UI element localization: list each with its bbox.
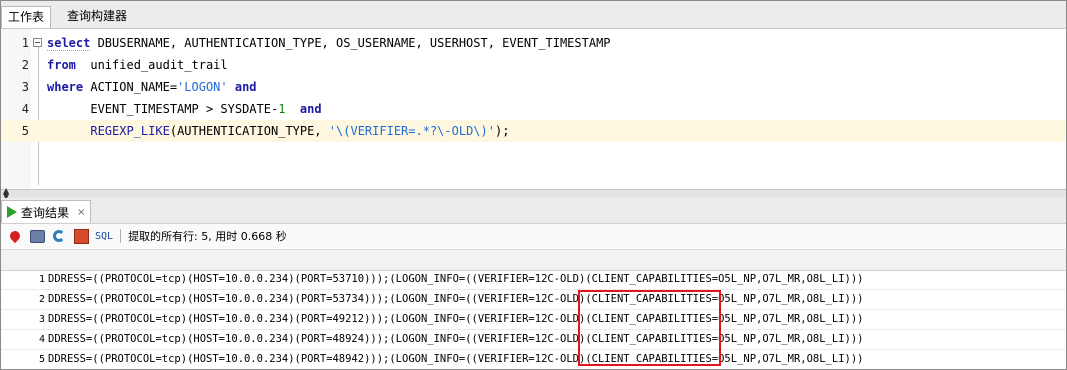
table-cell[interactable]: DDRESS=((PROTOCOL=tcp)(HOST=10.0.0.234)(… <box>48 350 1066 369</box>
results-tab-bar: 查询结果 × <box>1 198 1066 224</box>
code-text: ); <box>494 124 510 138</box>
row-number: 1 <box>38 274 45 285</box>
table-row[interactable]: 5 DDRESS=((PROTOCOL=tcp)(HOST=10.0.0.234… <box>1 350 1066 369</box>
code-line-1[interactable]: 1 select DBUSERNAME, AUTHENTICATION_TYPE… <box>1 32 1066 54</box>
result-grid-header[interactable] <box>1 249 1066 271</box>
code-text: ACTION_NAME= <box>83 80 178 94</box>
row-number: 5 <box>38 354 45 365</box>
keyword: from <box>47 58 76 72</box>
run-icon <box>7 206 17 218</box>
table-cell[interactable]: DDRESS=((PROTOCOL=tcp)(HOST=10.0.0.234)(… <box>48 290 1066 309</box>
fetch-status: 提取的所有行: 5, 用时 0.668 秒 <box>128 230 287 243</box>
code-line-3[interactable]: 3 where ACTION_NAME='LOGON' and <box>1 76 1066 98</box>
tab-query-result[interactable]: 查询结果 × <box>1 200 92 223</box>
table-cell[interactable]: DDRESS=((PROTOCOL=tcp)(HOST=10.0.0.234)(… <box>48 330 1066 349</box>
query-result-label: 查询结果 <box>21 205 70 220</box>
sql-editor[interactable]: 1 select DBUSERNAME, AUTHENTICATION_TYPE… <box>1 29 1066 189</box>
keyword: and <box>227 80 257 94</box>
line-number: 2 <box>21 58 29 72</box>
code-line-5[interactable]: 5 REGEXP_LIKE(AUTHENTICATION_TYPE, '\(VE… <box>1 120 1066 142</box>
export-icon[interactable] <box>73 228 89 244</box>
keyword: where <box>47 80 84 94</box>
keyword: and <box>285 102 322 116</box>
table-cell[interactable]: DDRESS=((PROTOCOL=tcp)(HOST=10.0.0.234)(… <box>48 270 1066 289</box>
row-number: 4 <box>38 334 45 345</box>
string-literal: 'LOGON' <box>177 80 228 94</box>
print-icon[interactable] <box>29 228 45 244</box>
table-cell[interactable]: DDRESS=((PROTOCOL=tcp)(HOST=10.0.0.234)(… <box>48 310 1066 329</box>
freeze-pin-icon[interactable] <box>7 228 23 244</box>
code-text: DBUSERNAME, AUTHENTICATION_TYPE, OS_USER… <box>90 36 611 50</box>
table-row[interactable]: 3 DDRESS=((PROTOCOL=tcp)(HOST=10.0.0.234… <box>1 310 1066 330</box>
string-literal: '\(VERIFIER=.*?\-OLD\)' <box>328 124 495 138</box>
line-number: 5 <box>21 124 29 138</box>
row-number: 3 <box>38 314 45 325</box>
results-toolbar: SQL 提取的所有行: 5, 用时 0.668 秒 <box>1 224 1066 248</box>
code-text: EVENT_TIMESTAMP > SYSDATE- <box>90 102 279 116</box>
code-text: unified_audit_trail <box>75 58 228 72</box>
code-text: (AUTHENTICATION_TYPE, <box>169 124 329 138</box>
tab-worksheet[interactable]: 工作表 <box>1 6 52 28</box>
function-name: REGEXP_LIKE <box>90 124 170 138</box>
close-icon[interactable]: × <box>77 207 85 218</box>
row-number: 2 <box>38 294 45 305</box>
table-row[interactable]: 1 DDRESS=((PROTOCOL=tcp)(HOST=10.0.0.234… <box>1 270 1066 290</box>
keyword: select <box>47 36 91 51</box>
tab-query-builder[interactable]: 查询构建器 <box>61 6 133 27</box>
table-row[interactable]: 2 DDRESS=((PROTOCOL=tcp)(HOST=10.0.0.234… <box>1 290 1066 310</box>
editor-tab-bar: 工作表 查询构建器 <box>1 1 1066 29</box>
line-number: 1 <box>21 36 29 50</box>
table-row[interactable]: 4 DDRESS=((PROTOCOL=tcp)(HOST=10.0.0.234… <box>1 330 1066 350</box>
code-line-4[interactable]: 4 EVENT_TIMESTAMP > SYSDATE-1 and <box>1 98 1066 120</box>
code-line-2[interactable]: 2 from unified_audit_trail <box>1 54 1066 76</box>
line-number: 3 <box>21 80 29 94</box>
toolbar-divider <box>120 229 122 243</box>
sql-button[interactable]: SQL <box>95 231 113 242</box>
sql-developer-window: 工作表 查询构建器 1 select DBUSERNAME, AUTHENTIC… <box>0 0 1067 370</box>
refresh-icon[interactable] <box>51 228 67 244</box>
line-number: 4 <box>21 102 29 116</box>
result-grid: 1 DDRESS=((PROTOCOL=tcp)(HOST=10.0.0.234… <box>1 270 1066 369</box>
